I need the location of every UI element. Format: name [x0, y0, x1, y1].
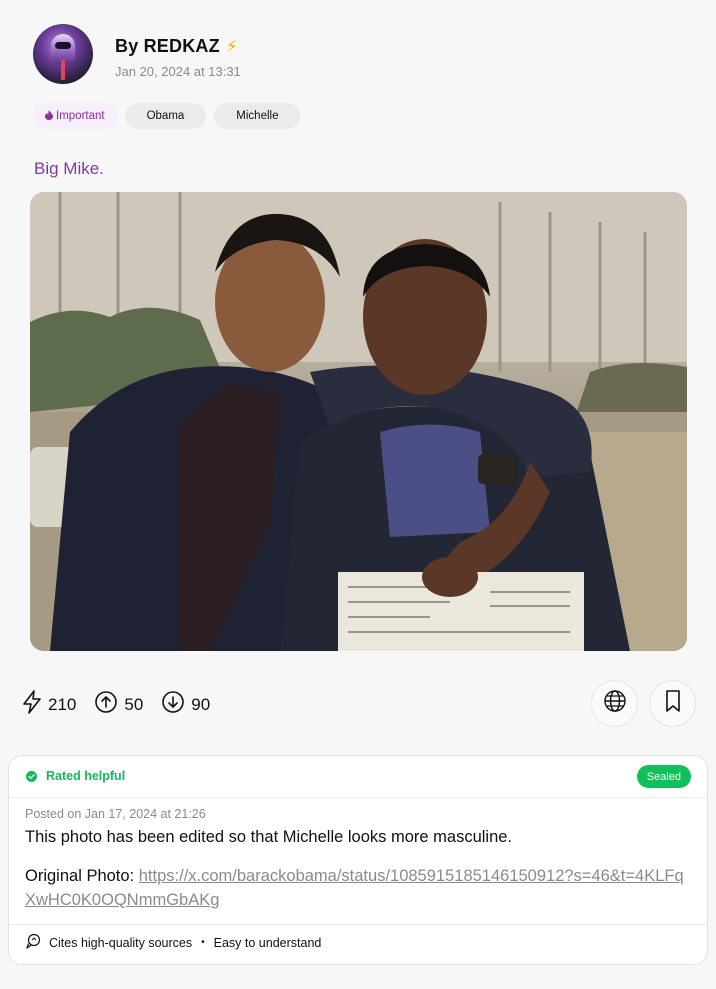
- note-text: This photo has been edited so that Miche…: [25, 828, 513, 846]
- check-circle-icon: [26, 770, 37, 782]
- original-photo-line: Original Photo: https://x.com/barackobam…: [25, 864, 691, 912]
- vote-bar: 210 50 90: [22, 690, 228, 719]
- upvote-count: 50: [124, 694, 144, 714]
- flame-icon: [45, 109, 53, 123]
- post-header: By REDKAZ ⚡ Jan 20, 2024 at 13:31: [33, 24, 241, 84]
- lightning-bolt-icon: ⚡: [225, 36, 238, 56]
- boost-action[interactable]: 210: [22, 690, 76, 719]
- reason-label: Easy to understand: [213, 935, 322, 950]
- post-photo[interactable]: [30, 192, 687, 651]
- note-body: Posted on Jan 17, 2024 at 21:26 This pho…: [9, 798, 707, 925]
- downvote-count: 90: [191, 694, 211, 714]
- separator-dot: •: [201, 937, 205, 948]
- post-text: Big Mike.: [34, 159, 104, 178]
- sources-icon: [25, 933, 41, 952]
- tag-list: Important Obama Michelle: [33, 103, 301, 129]
- sealed-badge: Sealed: [636, 765, 691, 788]
- downvote-action[interactable]: 90: [161, 690, 210, 719]
- reason-label: Cites high-quality sources: [49, 935, 193, 950]
- bookmark-button[interactable]: [649, 680, 696, 727]
- original-photo-label: Original Photo:: [25, 867, 135, 886]
- author-name[interactable]: By REDKAZ: [115, 36, 220, 57]
- arrow-up-circle-icon: [94, 690, 118, 719]
- rated-helpful-status: Rated helpful: [26, 769, 125, 783]
- tag-label: Michelle: [236, 110, 279, 122]
- upvote-action[interactable]: 50: [94, 690, 143, 719]
- tag-label: Important: [56, 110, 105, 122]
- community-note: Rated helpful Sealed Posted on Jan 17, 2…: [8, 755, 708, 965]
- status-text: Rated helpful: [46, 769, 126, 783]
- globe-button[interactable]: [591, 680, 638, 727]
- note-reasons: Cites high-quality sources • Easy to und…: [25, 933, 321, 952]
- globe-icon: [603, 689, 627, 718]
- author-block: By REDKAZ ⚡ Jan 20, 2024 at 13:31: [115, 36, 241, 79]
- arrow-down-circle-icon: [161, 690, 185, 719]
- tag-label: Obama: [146, 110, 185, 122]
- tag-michelle[interactable]: Michelle: [214, 103, 301, 129]
- tag-important[interactable]: Important: [33, 103, 117, 129]
- note-header: Rated helpful Sealed: [9, 756, 707, 798]
- tag-obama[interactable]: Obama: [124, 103, 207, 129]
- boost-count: 210: [48, 694, 77, 714]
- note-posted-date: Posted on Jan 17, 2024 at 21:26: [25, 807, 206, 821]
- avatar[interactable]: [33, 24, 93, 84]
- post-date: Jan 20, 2024 at 13:31: [115, 64, 241, 79]
- bookmark-icon: [663, 689, 683, 718]
- post-card: By REDKAZ ⚡ Jan 20, 2024 at 13:31 Import…: [0, 0, 716, 989]
- lightning-icon: [22, 690, 42, 719]
